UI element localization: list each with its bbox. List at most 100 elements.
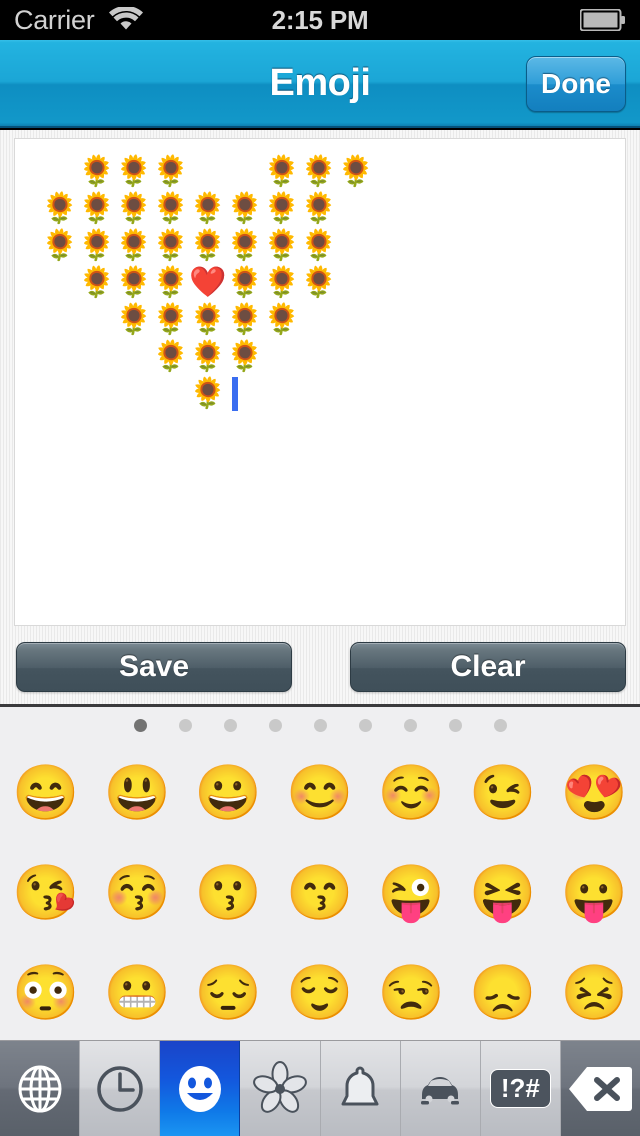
emoji-key[interactable]: 😬 bbox=[91, 966, 182, 1020]
save-button[interactable]: Save bbox=[16, 642, 292, 692]
emoji-art-row: 🌻🌻🌻🌻🌻🌻 bbox=[41, 153, 615, 190]
emoji-art-glyph: 🌻 bbox=[263, 153, 300, 190]
emoji-art-glyph: 🌻 bbox=[226, 301, 263, 338]
emoji-key[interactable]: 😀 bbox=[183, 766, 274, 820]
emoji-grid: 😄😃😀😊☺️😉😍😘😚😗😙😜😝😛😳😬😔😌😒😞😣 bbox=[0, 743, 640, 1043]
emoji-key[interactable]: 😚 bbox=[91, 866, 182, 920]
action-bar: Save Clear bbox=[0, 634, 640, 704]
toolbar-key-bell[interactable] bbox=[321, 1041, 401, 1136]
done-button[interactable]: Done bbox=[526, 56, 626, 112]
page-dot[interactable] bbox=[314, 719, 327, 732]
emoji-art-glyph: 🌻 bbox=[41, 227, 78, 264]
page-dot[interactable] bbox=[404, 719, 417, 732]
emoji-art-glyph: 🌻 bbox=[189, 338, 226, 375]
toolbar-key-globe[interactable] bbox=[0, 1041, 80, 1136]
emoji-art-row: 🌻🌻🌻🌻🌻🌻🌻🌻 bbox=[41, 190, 615, 227]
emoji-art-glyph: 🌻 bbox=[115, 264, 152, 301]
emoji-art-glyph: 🌻 bbox=[189, 301, 226, 338]
page-dot[interactable] bbox=[359, 719, 372, 732]
emoji-key[interactable]: 😣 bbox=[549, 966, 640, 1020]
page-dot[interactable] bbox=[494, 719, 507, 732]
emoji-key-row: 😳😬😔😌😒😞😣 bbox=[0, 943, 640, 1043]
emoji-art-glyph: 🌻 bbox=[78, 264, 115, 301]
emoji-key[interactable]: 😞 bbox=[457, 966, 548, 1020]
emoji-key[interactable]: 😊 bbox=[274, 766, 365, 820]
emoji-key[interactable]: 😃 bbox=[91, 766, 182, 820]
emoji-art-glyph: 🌻 bbox=[226, 264, 263, 301]
toolbar-key-delete[interactable] bbox=[561, 1041, 640, 1136]
emoji-key[interactable]: 😳 bbox=[0, 966, 91, 1020]
emoji-art-glyph: 🌻 bbox=[78, 190, 115, 227]
toolbar-key-smiley[interactable] bbox=[160, 1041, 240, 1136]
toolbar-key-flower[interactable] bbox=[240, 1041, 320, 1136]
emoji-key[interactable]: 😗 bbox=[183, 866, 274, 920]
emoji-art-glyph: 🌻 bbox=[115, 301, 152, 338]
emoji-keyboard: 😄😃😀😊☺️😉😍😘😚😗😙😜😝😛😳😬😔😌😒😞😣 !?# bbox=[0, 704, 640, 1136]
page-indicator[interactable] bbox=[0, 707, 640, 743]
emoji-art-glyph: 🌻 bbox=[152, 301, 189, 338]
emoji-key[interactable]: 😜 bbox=[366, 866, 457, 920]
emoji-art-glyph: 🌻 bbox=[189, 190, 226, 227]
globe-icon bbox=[12, 1061, 68, 1117]
emoji-key[interactable]: 😔 bbox=[183, 966, 274, 1020]
emoji-art-glyph: 🌻 bbox=[189, 227, 226, 264]
emoji-art-glyph: 🌻 bbox=[152, 190, 189, 227]
emoji-key[interactable]: 😙 bbox=[274, 866, 365, 920]
bell-icon bbox=[332, 1061, 388, 1117]
emoji-art-glyph: 🌻 bbox=[263, 227, 300, 264]
emoji-text-area[interactable]: 🌻🌻🌻🌻🌻🌻🌻🌻🌻🌻🌻🌻🌻🌻🌻🌻🌻🌻🌻🌻🌻🌻🌻🌻🌻❤️🌻🌻🌻🌻🌻🌻🌻🌻🌻🌻🌻🌻 bbox=[14, 138, 626, 626]
emoji-art-glyph: 🌻 bbox=[263, 264, 300, 301]
clear-button[interactable]: Clear bbox=[350, 642, 626, 692]
emoji-art-glyph: 🌻 bbox=[226, 338, 263, 375]
emoji-art-glyph: ❤️ bbox=[189, 264, 226, 301]
emoji-art-glyph: 🌻 bbox=[152, 227, 189, 264]
page-dot[interactable] bbox=[224, 719, 237, 732]
emoji-art-row: 🌻🌻🌻🌻🌻 bbox=[41, 301, 615, 338]
emoji-art-glyph: 🌻 bbox=[226, 190, 263, 227]
emoji-art-glyph: 🌻 bbox=[300, 190, 337, 227]
clock-label: 2:15 PM bbox=[0, 5, 640, 36]
punctuation-icon: !?# bbox=[490, 1069, 551, 1109]
emoji-art-glyph: 🌻 bbox=[152, 338, 189, 375]
emoji-art-glyph: 🌻 bbox=[115, 190, 152, 227]
text-cursor bbox=[232, 377, 238, 411]
emoji-key[interactable]: 😝 bbox=[457, 866, 548, 920]
smiley-icon bbox=[172, 1061, 228, 1117]
emoji-key[interactable]: 😄 bbox=[0, 766, 91, 820]
toolbar-key-punctuation[interactable]: !?# bbox=[481, 1041, 561, 1136]
emoji-art-glyph: 🌻 bbox=[41, 190, 78, 227]
emoji-art-glyph: 🌻 bbox=[300, 153, 337, 190]
emoji-key[interactable]: 😍 bbox=[549, 766, 640, 820]
emoji-key[interactable]: 😘 bbox=[0, 866, 91, 920]
keyboard-toolbar: !?# bbox=[0, 1040, 640, 1136]
emoji-key[interactable]: ☺️ bbox=[366, 766, 457, 820]
emoji-key[interactable]: 😌 bbox=[274, 966, 365, 1020]
clock-icon bbox=[92, 1061, 148, 1117]
toolbar-key-car[interactable] bbox=[401, 1041, 481, 1136]
emoji-art-row: 🌻🌻🌻 bbox=[41, 338, 615, 375]
emoji-key[interactable]: 😉 bbox=[457, 766, 548, 820]
toolbar-key-clock[interactable] bbox=[80, 1041, 160, 1136]
page-dot[interactable] bbox=[449, 719, 462, 732]
emoji-art-glyph: 🌻 bbox=[152, 264, 189, 301]
emoji-art-glyph: 🌻 bbox=[226, 227, 263, 264]
emoji-art-glyph: 🌻 bbox=[337, 153, 374, 190]
navigation-bar: Emoji Done bbox=[0, 40, 640, 128]
emoji-key[interactable]: 😒 bbox=[366, 966, 457, 1020]
emoji-art-row: 🌻🌻🌻🌻🌻🌻🌻🌻 bbox=[41, 227, 615, 264]
emoji-art-row: 🌻 bbox=[41, 375, 615, 412]
emoji-key-row: 😘😚😗😙😜😝😛 bbox=[0, 843, 640, 943]
content-panel: 🌻🌻🌻🌻🌻🌻🌻🌻🌻🌻🌻🌻🌻🌻🌻🌻🌻🌻🌻🌻🌻🌻🌻🌻🌻❤️🌻🌻🌻🌻🌻🌻🌻🌻🌻🌻🌻🌻 … bbox=[0, 130, 640, 704]
emoji-art-glyph: 🌻 bbox=[78, 153, 115, 190]
car-icon bbox=[412, 1061, 468, 1117]
emoji-art-glyph: 🌻 bbox=[152, 153, 189, 190]
status-bar: Carrier 2:15 PM bbox=[0, 0, 640, 40]
page-dot[interactable] bbox=[179, 719, 192, 732]
emoji-key[interactable]: 😛 bbox=[549, 866, 640, 920]
emoji-art-glyph: 🌻 bbox=[263, 301, 300, 338]
emoji-art-glyph: 🌻 bbox=[300, 264, 337, 301]
emoji-art-glyph: 🌻 bbox=[78, 227, 115, 264]
page-dot[interactable] bbox=[134, 719, 147, 732]
page-dot[interactable] bbox=[269, 719, 282, 732]
emoji-art-glyph: 🌻 bbox=[115, 153, 152, 190]
